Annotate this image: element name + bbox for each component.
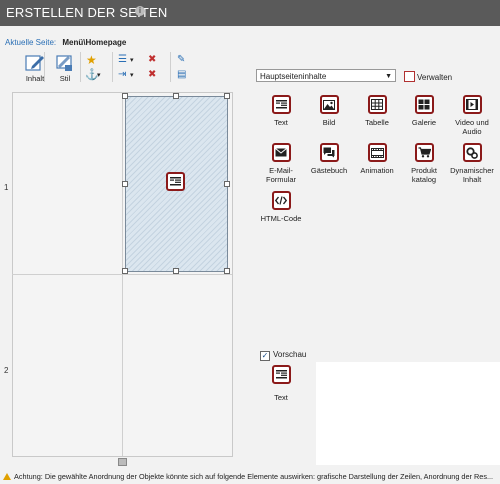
chevron-down-icon: ▼ xyxy=(385,73,392,80)
content-category-value: Hauptseiteninhalte xyxy=(260,72,327,81)
content-category-select[interactable]: Hauptseiteninhalte ▼ xyxy=(256,69,396,82)
grid-row-divider xyxy=(12,274,232,275)
toolbar-divider xyxy=(112,52,113,82)
preview-widget: Text xyxy=(253,365,309,402)
resize-handle[interactable] xyxy=(173,268,179,274)
text-icon[interactable] xyxy=(166,172,185,191)
text-icon xyxy=(271,95,291,114)
animation-icon xyxy=(367,143,387,162)
widget-video-audio[interactable]: Video und Audio xyxy=(444,95,500,136)
resize-handle[interactable] xyxy=(122,268,128,274)
code-icon xyxy=(271,191,291,210)
indent-dropdown-arrow[interactable]: ▾ xyxy=(130,71,134,81)
toolbar-divider xyxy=(80,52,81,82)
style-button-label: Stil xyxy=(59,74,71,83)
manage-label: Verwalten xyxy=(417,73,453,82)
dynamic-icon xyxy=(462,143,482,162)
style-button[interactable]: Stil xyxy=(52,54,78,83)
manage-button[interactable]: Verwalten xyxy=(404,71,452,82)
checkmark-icon: ✓ xyxy=(260,351,270,361)
layout-icon[interactable]: ▤ xyxy=(177,70,186,80)
edit-content-icon xyxy=(25,55,44,71)
align-dropdown-arrow[interactable]: ▾ xyxy=(130,56,134,66)
selected-cell[interactable] xyxy=(125,96,228,272)
preview-checkbox-label: Vorschau xyxy=(273,350,307,359)
cart-icon xyxy=(414,143,434,162)
warning-text: Achtung: Die gewählte Anordnung der Obje… xyxy=(14,472,494,481)
align-icon[interactable]: ☰ xyxy=(118,55,127,65)
title-bar: ERSTELLEN DER SEITEN i xyxy=(0,0,500,26)
gallery-icon xyxy=(414,95,434,114)
widget-dynamic-content[interactable]: Dynamischer Inhalt xyxy=(444,143,500,184)
copy-style-icon[interactable]: ✎ xyxy=(177,55,185,65)
row-label: 1 xyxy=(4,183,9,192)
row-label: 2 xyxy=(4,366,9,375)
preview-pane xyxy=(316,362,500,465)
manage-icon xyxy=(404,71,415,82)
resize-handle[interactable] xyxy=(122,181,128,187)
breadcrumb: Aktuelle Seite: Menü\Homepage xyxy=(5,38,126,47)
widget-label: Video und Audio xyxy=(455,118,489,136)
video-icon xyxy=(462,95,482,114)
widget-html-code[interactable]: HTML-Code xyxy=(253,191,309,223)
resize-handle[interactable] xyxy=(224,93,230,99)
star-icon[interactable]: ★ xyxy=(86,54,97,66)
text-icon xyxy=(271,365,291,384)
image-icon xyxy=(319,95,339,114)
table-icon xyxy=(367,95,387,114)
guestbook-icon xyxy=(319,143,339,162)
toolbar-divider xyxy=(170,52,171,82)
delete-column-icon[interactable]: ✖ xyxy=(148,70,156,80)
style-icon xyxy=(56,55,72,71)
indent-icon[interactable]: ⇥ xyxy=(118,70,126,80)
anchor-dropdown-arrow[interactable]: ▾ xyxy=(97,71,101,81)
warning-icon xyxy=(3,473,11,480)
breadcrumb-label: Aktuelle Seite: xyxy=(5,38,57,47)
resize-handle[interactable] xyxy=(173,93,179,99)
resize-handle[interactable] xyxy=(224,181,230,187)
delete-row-icon[interactable]: ✖ xyxy=(148,55,156,65)
resize-handle[interactable] xyxy=(224,268,230,274)
widget-label: HTML-Code xyxy=(260,214,302,223)
toolbar-divider xyxy=(44,52,45,82)
widget-label: Dynamischer Inhalt xyxy=(450,166,494,184)
preview-checkbox[interactable]: ✓ Vorschau xyxy=(260,350,306,361)
warning-bar: Achtung: Die gewählte Anordnung der Obje… xyxy=(0,470,500,484)
preview-widget-label: Text xyxy=(274,393,288,402)
email-icon xyxy=(271,143,291,162)
breadcrumb-value: Menü\Homepage xyxy=(62,38,127,47)
info-icon[interactable]: i xyxy=(135,6,145,16)
grid-resize-grip[interactable] xyxy=(118,458,127,466)
resize-handle[interactable] xyxy=(122,93,128,99)
